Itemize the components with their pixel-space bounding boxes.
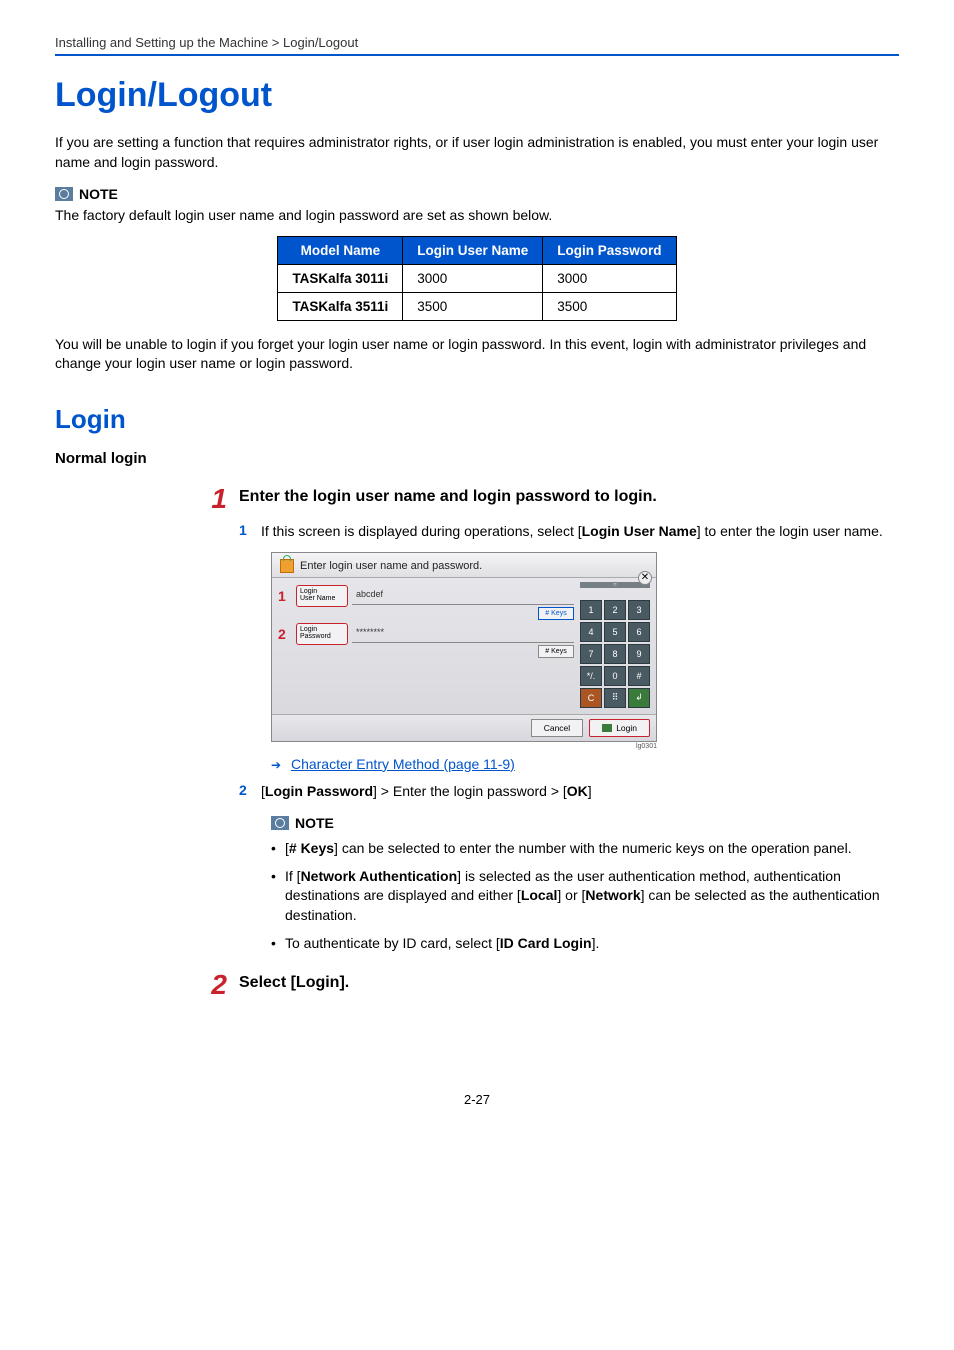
key-2[interactable]: 2: [604, 600, 626, 620]
login-password-value: ********: [352, 625, 574, 643]
callout-1: 1: [278, 588, 292, 604]
table-row: TASKalfa 3511i 3500 3500: [278, 292, 676, 320]
substep-number: 2: [239, 782, 253, 802]
login-button[interactable]: Login: [589, 719, 650, 737]
step-2: 2 Select [Login].: [205, 971, 899, 1002]
table-row: TASKalfa 3011i 3000 3000: [278, 264, 676, 292]
normal-login-heading: Normal login: [55, 450, 899, 467]
cell: TASKalfa 3511i: [278, 292, 403, 320]
numeric-keypad: 1 2 3 4 5 6 7 8 9 */. 0 # C: [580, 600, 650, 708]
login-screenshot: Enter login user name and password. ✕ 1 …: [271, 552, 657, 742]
note-block-2: NOTE [# Keys] can be selected to enter t…: [271, 815, 899, 953]
numeric-keys-button[interactable]: # Keys: [538, 607, 574, 620]
note-block-1: NOTE The factory default login user name…: [55, 186, 899, 374]
key-3[interactable]: 3: [628, 600, 650, 620]
substep-text: If this screen is displayed during opera…: [261, 522, 899, 542]
cell: 3000: [543, 264, 676, 292]
key-9[interactable]: 9: [628, 644, 650, 664]
substep-2: 2 [Login Password] > Enter the login pas…: [239, 782, 899, 802]
key-8[interactable]: 8: [604, 644, 626, 664]
cancel-button[interactable]: Cancel: [531, 719, 583, 737]
note-item: To authenticate by ID card, select [ID C…: [271, 934, 899, 954]
step-number: 2: [205, 971, 227, 999]
th-pass: Login Password: [543, 236, 676, 264]
cell: 3500: [543, 292, 676, 320]
credentials-table: Model Name Login User Name Login Passwor…: [277, 236, 676, 321]
note-icon: [271, 816, 289, 830]
key-5[interactable]: 5: [604, 622, 626, 642]
cell: 3500: [403, 292, 543, 320]
note-item: If [Network Authentication] is selected …: [271, 867, 899, 926]
cell: 3000: [403, 264, 543, 292]
key-clear[interactable]: C: [580, 688, 602, 708]
cell: TASKalfa 3011i: [278, 264, 403, 292]
note-icon: [55, 187, 73, 201]
dialog-title: Enter login user name and password.: [300, 560, 482, 572]
callout-2: 2: [278, 626, 292, 642]
close-icon[interactable]: ✕: [638, 571, 652, 585]
login-password-button[interactable]: Login Password: [296, 623, 348, 645]
th-model: Model Name: [278, 236, 403, 264]
key-6[interactable]: 6: [628, 622, 650, 642]
key-sym[interactable]: */.: [580, 666, 602, 686]
substep-number: 1: [239, 522, 253, 542]
lock-icon: [280, 559, 294, 573]
note-text: The factory default login user name and …: [55, 206, 899, 226]
key-7[interactable]: 7: [580, 644, 602, 664]
arrow-icon: ➔: [271, 758, 281, 772]
key-1[interactable]: 1: [580, 600, 602, 620]
key-0[interactable]: 0: [604, 666, 626, 686]
key-4[interactable]: 4: [580, 622, 602, 642]
page-title: Login/Logout: [55, 76, 899, 115]
note-label: NOTE: [295, 815, 334, 831]
login-user-name-value: abcdef: [352, 587, 574, 605]
login-heading: Login: [55, 404, 899, 435]
intro-paragraph: If you are setting a function that requi…: [55, 133, 899, 172]
key-hash[interactable]: #: [628, 666, 650, 686]
key-enter[interactable]: ↲: [628, 688, 650, 708]
step-title: Select [Login].: [239, 974, 349, 992]
step-number: 1: [205, 485, 227, 513]
step-1: 1 Enter the login user name and login pa…: [205, 485, 899, 516]
character-entry-link[interactable]: Character Entry Method (page 11-9): [291, 756, 515, 772]
th-user: Login User Name: [403, 236, 543, 264]
page-number: 2-27: [55, 1092, 899, 1107]
note-label: NOTE: [79, 186, 118, 202]
key-move[interactable]: ⠿: [604, 688, 626, 708]
numeric-keys-button[interactable]: # Keys: [538, 645, 574, 658]
substep-text: [Login Password] > Enter the login passw…: [261, 782, 899, 802]
after-table-paragraph: You will be unable to login if you forge…: [55, 335, 899, 374]
breadcrumb: Installing and Setting up the Machine > …: [55, 35, 899, 50]
substep-1: 1 If this screen is displayed during ope…: [239, 522, 899, 542]
login-user-name-button[interactable]: Login User Name: [296, 585, 348, 607]
enter-icon: [602, 724, 612, 732]
screenshot-id: lg0301: [271, 743, 657, 750]
note-item: [# Keys] can be selected to enter the nu…: [271, 839, 899, 859]
step-title: Enter the login user name and login pass…: [239, 488, 657, 506]
header-rule: [55, 54, 899, 56]
